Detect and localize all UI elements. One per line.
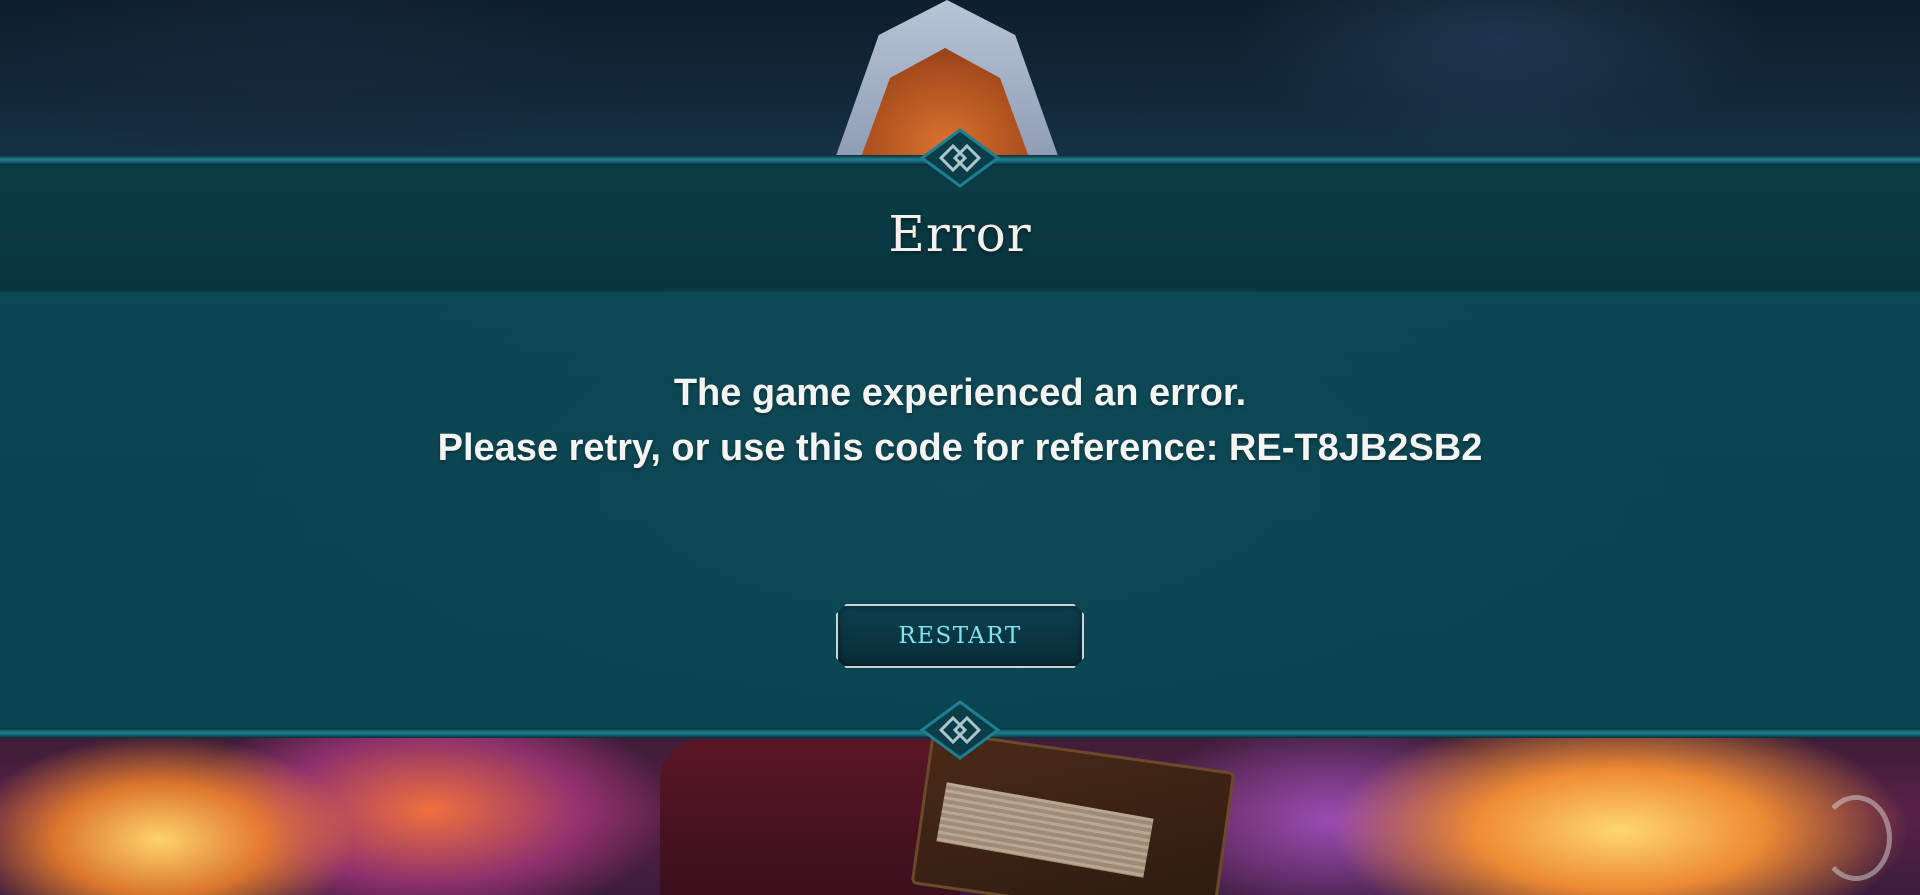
diamond-ornament-icon xyxy=(920,128,1000,188)
restart-button[interactable]: RESTART xyxy=(836,604,1084,668)
diamond-ornament-icon xyxy=(920,700,1000,760)
error-message-line-2: Please retry, or use this code for refer… xyxy=(437,427,1483,469)
error-message-line-1: The game experienced an error. xyxy=(673,372,1247,414)
loading-spinner-icon xyxy=(1820,795,1892,881)
error-message: The game experienced an error. Please re… xyxy=(0,366,1920,476)
dialog-title: Error xyxy=(888,205,1032,263)
game-screen: Error The game experienced an error. Ple… xyxy=(0,0,1920,895)
restart-button-label: RESTART xyxy=(898,623,1022,649)
